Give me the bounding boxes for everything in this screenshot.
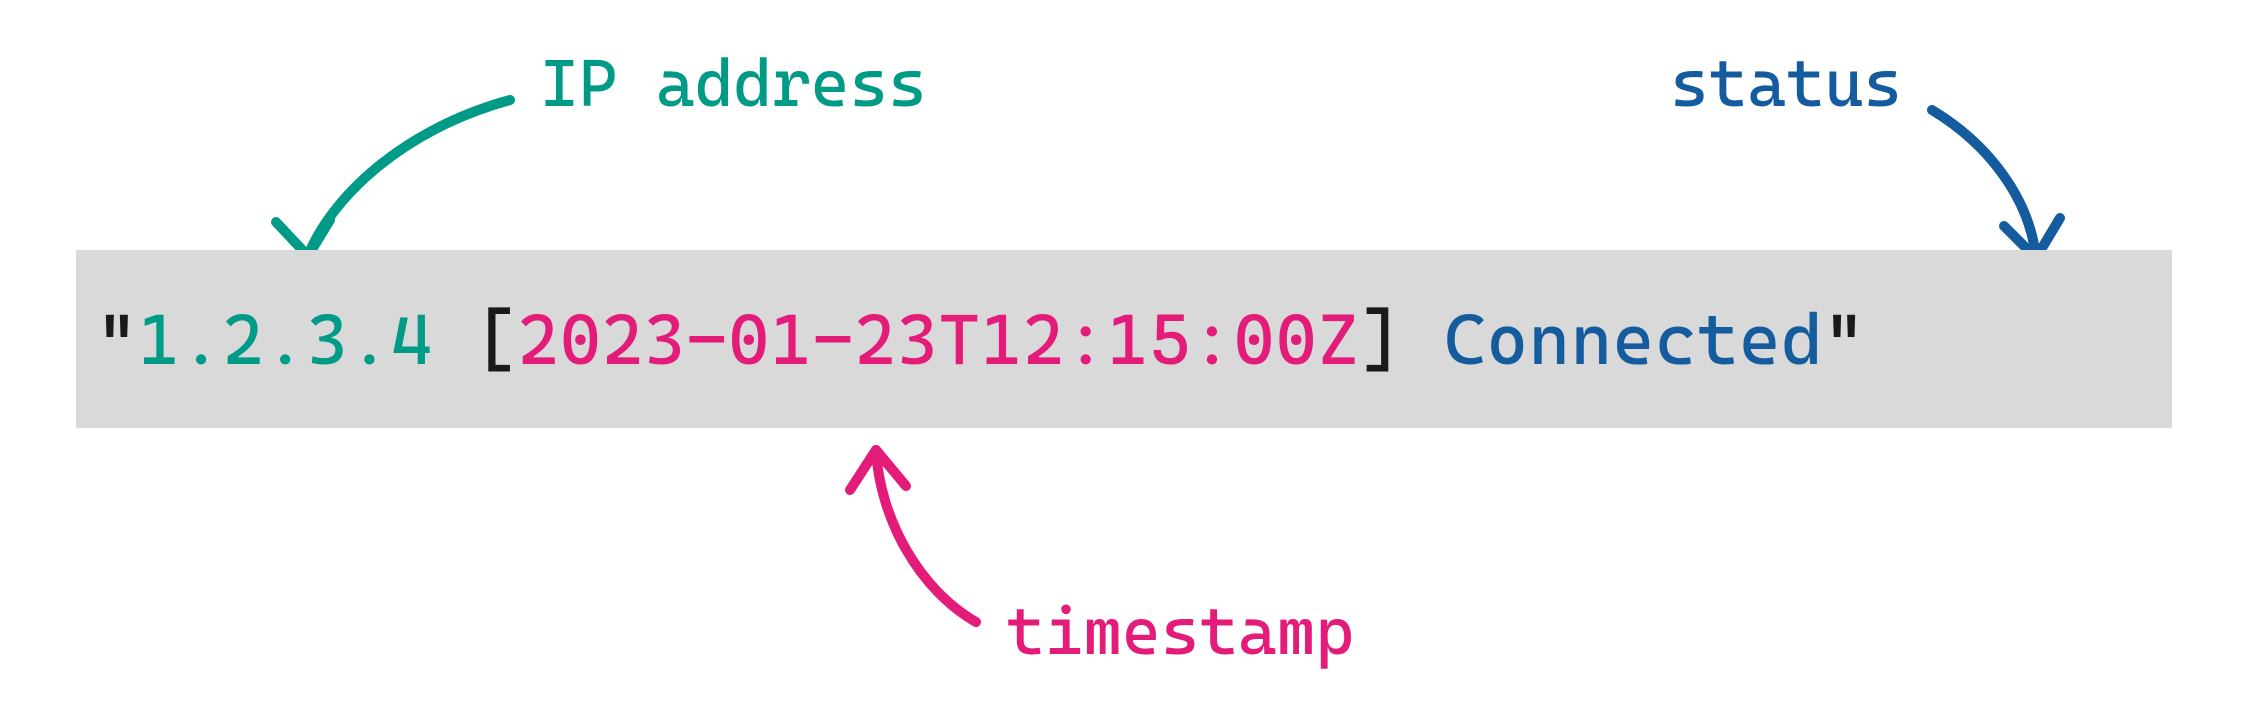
bracket-close: ] [1360, 298, 1402, 381]
status-value: Connected [1444, 298, 1823, 381]
timestamp-label: timestamp [1006, 594, 1354, 670]
status-label: status [1670, 46, 1902, 122]
ip-value: 1.2.3.4 [138, 298, 433, 381]
bracket-open: [ [475, 298, 517, 381]
quote-close: " [1823, 298, 1865, 381]
log-line-box: " 1.2.3.4 [ 2023-01-23T12:15:00Z ] Conne… [76, 250, 2172, 428]
timestamp-value: 2023-01-23T12:15:00Z [518, 298, 1360, 381]
quote-open: " [96, 298, 138, 381]
ip-address-label: IP address [540, 46, 927, 122]
